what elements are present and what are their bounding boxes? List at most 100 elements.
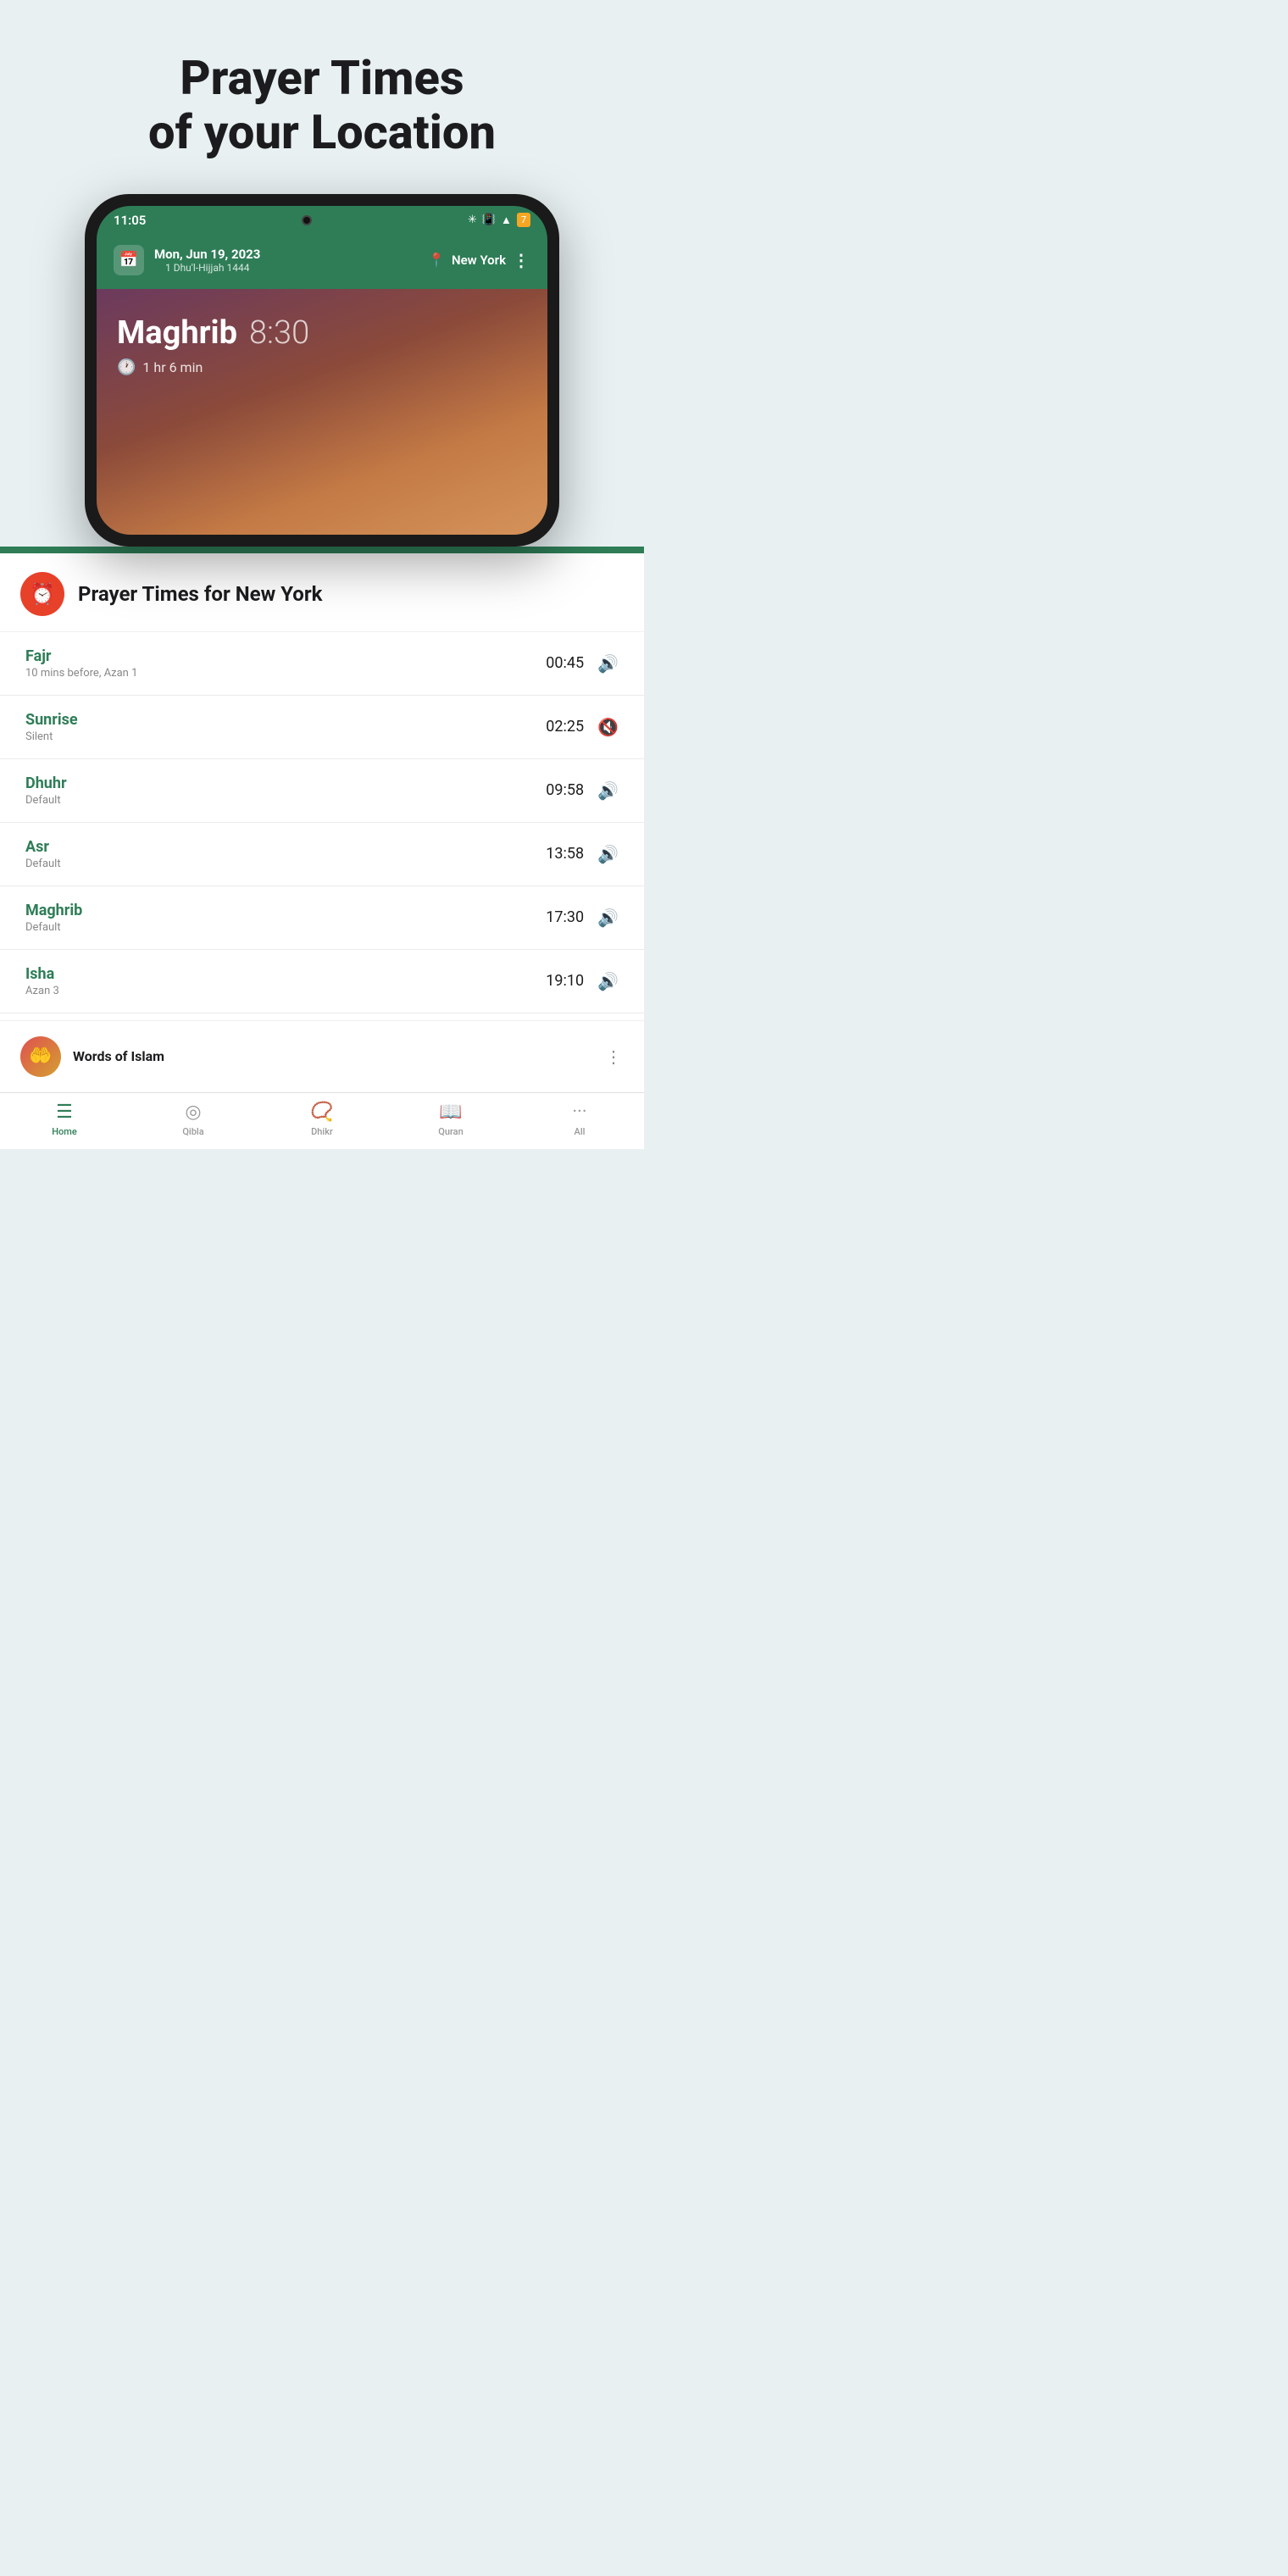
bottom-nav: ☰ Home ◎ Qibla 📿 Dhikr 📖 Quran ··· All	[0, 1092, 644, 1149]
isha-right: 19:10 🔊	[546, 971, 619, 991]
phone-frame: 11:05 ✳ 📳 ▲ 7 📅 Mon, Jun 19, 2023	[85, 194, 559, 547]
maghrib-info: Maghrib Default	[25, 902, 82, 934]
dhuhr-name: Dhuhr	[25, 774, 67, 792]
location-icon: 📍	[428, 252, 445, 268]
dhuhr-time: 09:58	[546, 781, 584, 799]
date-info: Mon, Jun 19, 2023 1 Dhu'l-Hijjah 1444	[154, 247, 260, 274]
nav-home[interactable]: ☰ Home	[0, 1102, 129, 1137]
prayer-time: 8:30	[249, 314, 309, 352]
sunrise-time: 02:25	[546, 718, 584, 736]
isha-info: Isha Azan 3	[25, 965, 59, 997]
nav-all-label: All	[575, 1126, 586, 1137]
fajr-right: 00:45 🔊	[546, 653, 619, 674]
home-icon: ☰	[56, 1102, 73, 1123]
prayer-row-fajr[interactable]: Fajr 10 mins before, Azan 1 00:45 🔊	[0, 632, 644, 696]
sunrise-sound-icon[interactable]: 🔇	[597, 717, 619, 737]
woi-title: Words of Islam	[73, 1048, 164, 1064]
asr-sub: Default	[25, 858, 61, 870]
sunrise-info: Sunrise Silent	[25, 711, 78, 743]
bottom-section: ⏰ Prayer Times for New York Fajr 10 mins…	[0, 553, 644, 1149]
prayer-list: Fajr 10 mins before, Azan 1 00:45 🔊 Sunr…	[0, 632, 644, 1013]
prayer-name-time: Maghrib 8:30	[117, 314, 527, 352]
fajr-name: Fajr	[25, 647, 137, 665]
battery-icon: 7	[517, 213, 530, 227]
nav-qibla[interactable]: ◎ Qibla	[129, 1102, 258, 1137]
nav-qibla-label: Qibla	[182, 1126, 203, 1137]
isha-time: 19:10	[546, 972, 584, 990]
asr-time: 13:58	[546, 845, 584, 863]
date-sub: 1 Dhu'l-Hijjah 1444	[154, 262, 260, 274]
maghrib-name: Maghrib	[25, 902, 82, 919]
header-right: 📍 New York ⋮	[428, 250, 530, 270]
dhuhr-info: Dhuhr Default	[25, 774, 67, 807]
qibla-icon: ◎	[185, 1102, 201, 1123]
vibrate-icon: 📳	[482, 214, 496, 226]
prayer-content: Maghrib 8:30 🕐 1 hr 6 min	[97, 289, 547, 393]
fajr-sound-icon[interactable]: 🔊	[597, 653, 619, 674]
fajr-sub: 10 mins before, Azan 1	[25, 667, 137, 680]
dhuhr-sound-icon[interactable]: 🔊	[597, 780, 619, 801]
sunrise-sub: Silent	[25, 730, 78, 743]
prayer-row-sunrise[interactable]: Sunrise Silent 02:25 🔇	[0, 696, 644, 759]
asr-name: Asr	[25, 838, 61, 856]
woi-more-icon[interactable]: ⋮	[605, 1046, 624, 1067]
prayer-row-isha[interactable]: Isha Azan 3 19:10 🔊	[0, 950, 644, 1013]
prayer-row-asr[interactable]: Asr Default 13:58 🔊	[0, 823, 644, 886]
prayer-row-dhuhr[interactable]: Dhuhr Default 09:58 🔊	[0, 759, 644, 823]
hero-section: Prayer Times of your Location 11:05 ✳ 📳 …	[0, 0, 644, 547]
dhikr-icon: 📿	[310, 1102, 333, 1123]
sunrise-name: Sunrise	[25, 711, 78, 729]
pt-icon-circle: ⏰	[20, 572, 64, 616]
status-icons: ✳ 📳 ▲ 7	[468, 213, 530, 227]
nav-quran[interactable]: 📖 Quran	[386, 1102, 515, 1137]
countdown-text: 1 hr 6 min	[142, 359, 203, 375]
bluetooth-icon: ✳	[468, 214, 477, 226]
more-menu-icon[interactable]: ⋮	[513, 250, 530, 270]
woi-avatar: 🤲	[20, 1036, 61, 1077]
nav-quran-label: Quran	[438, 1126, 463, 1137]
nav-all[interactable]: ··· All	[515, 1102, 644, 1137]
fajr-time: 00:45	[546, 654, 584, 672]
woi-left: 🤲 Words of Islam	[20, 1036, 164, 1077]
sunrise-right: 02:25 🔇	[546, 717, 619, 737]
fajr-info: Fajr 10 mins before, Azan 1	[25, 647, 137, 680]
header-left: 📅 Mon, Jun 19, 2023 1 Dhu'l-Hijjah 1444	[114, 245, 260, 275]
dhuhr-right: 09:58 🔊	[546, 780, 619, 801]
green-divider-bar	[0, 547, 644, 553]
maghrib-sound-icon[interactable]: 🔊	[597, 908, 619, 928]
words-of-islam-card[interactable]: 🤲 Words of Islam ⋮	[0, 1020, 644, 1092]
calendar-icon: 📅	[114, 245, 144, 275]
isha-sound-icon[interactable]: 🔊	[597, 971, 619, 991]
prayer-times-header: ⏰ Prayer Times for New York	[0, 553, 644, 632]
nav-home-label: Home	[52, 1126, 77, 1137]
status-bar: 11:05 ✳ 📳 ▲ 7	[97, 206, 547, 235]
isha-name: Isha	[25, 965, 59, 983]
wifi-icon: ▲	[501, 214, 512, 227]
maghrib-right: 17:30 🔊	[546, 908, 619, 928]
prayer-countdown: 🕐 1 hr 6 min	[117, 358, 527, 376]
date-main: Mon, Jun 19, 2023	[154, 247, 260, 262]
nav-dhikr-label: Dhikr	[311, 1126, 333, 1137]
asr-sound-icon[interactable]: 🔊	[597, 844, 619, 864]
pt-title: Prayer Times for New York	[78, 582, 322, 606]
maghrib-time: 17:30	[546, 908, 584, 926]
clock-icon: 🕐	[117, 358, 136, 376]
prayer-hero: Maghrib 8:30 🕐 1 hr 6 min ⏰ PrayerTimes	[97, 289, 547, 535]
phone-screen: 11:05 ✳ 📳 ▲ 7 📅 Mon, Jun 19, 2023	[97, 206, 547, 535]
app-header: 📅 Mon, Jun 19, 2023 1 Dhu'l-Hijjah 1444 …	[97, 235, 547, 289]
dhuhr-sub: Default	[25, 794, 67, 807]
hero-title: Prayer Times of your Location	[34, 51, 610, 160]
prayer-row-maghrib[interactable]: Maghrib Default 17:30 🔊	[0, 886, 644, 950]
maghrib-sub: Default	[25, 921, 82, 934]
isha-sub: Azan 3	[25, 985, 59, 997]
camera-cutout	[302, 215, 312, 225]
asr-info: Asr Default	[25, 838, 61, 870]
city-name: New York	[452, 253, 506, 268]
quran-icon: 📖	[439, 1102, 462, 1123]
nav-dhikr[interactable]: 📿 Dhikr	[258, 1102, 386, 1137]
status-time: 11:05	[114, 213, 146, 228]
asr-right: 13:58 🔊	[546, 844, 619, 864]
phone-mockup: 11:05 ✳ 📳 ▲ 7 📅 Mon, Jun 19, 2023	[34, 194, 610, 547]
prayer-name: Maghrib	[117, 314, 237, 352]
all-icon: ···	[572, 1102, 586, 1123]
